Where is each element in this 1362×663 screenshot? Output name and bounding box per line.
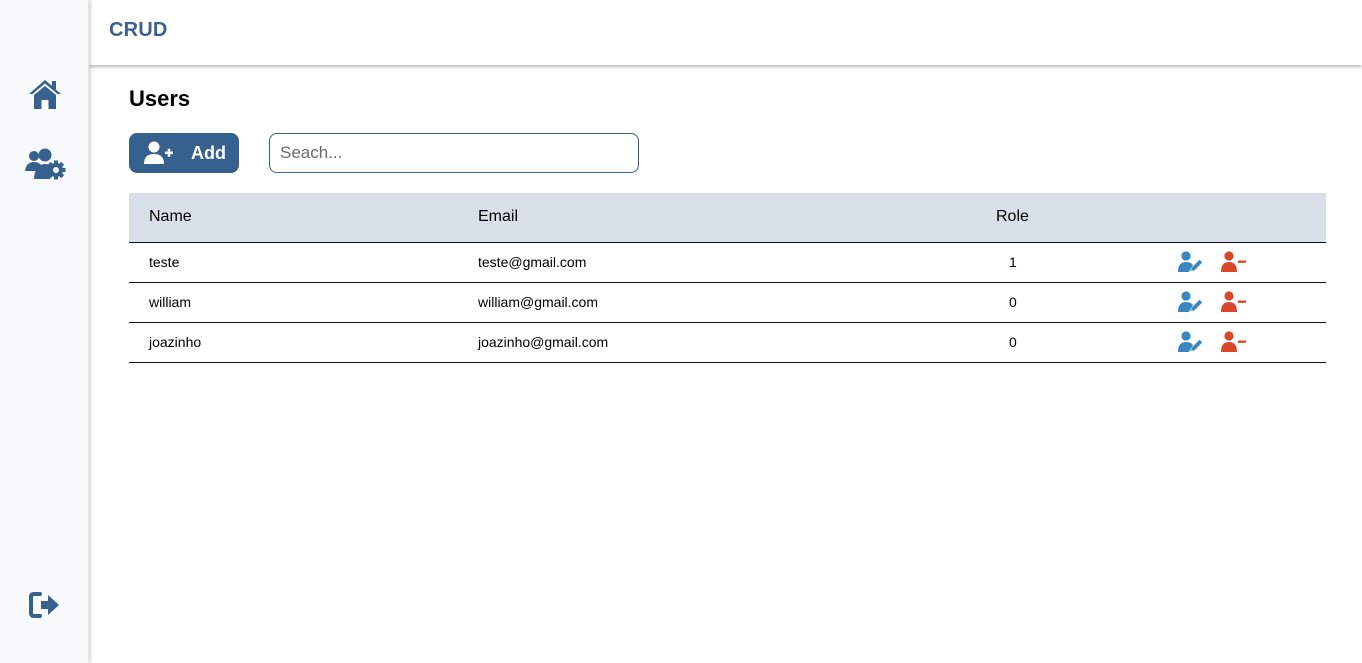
sidebar <box>0 0 89 663</box>
table-row: teste teste@gmail.com 1 <box>129 242 1326 283</box>
user-edit-icon[interactable] <box>1178 290 1204 314</box>
users-gear-icon[interactable] <box>24 146 66 182</box>
app-title: CRUD <box>109 19 168 41</box>
cell-actions <box>1178 282 1326 323</box>
home-icon[interactable] <box>24 76 66 112</box>
cell-role: 0 <box>958 282 1178 323</box>
cell-name: joazinho <box>129 322 478 363</box>
top-bar: CRUD <box>89 0 1362 65</box>
add-button-label: Add <box>191 142 226 163</box>
user-minus-icon[interactable] <box>1221 250 1247 274</box>
cell-role: 0 <box>958 322 1178 363</box>
user-minus-icon[interactable] <box>1221 330 1247 354</box>
user-edit-icon[interactable] <box>1178 330 1204 354</box>
page-title: Users <box>129 86 191 111</box>
table-row: joazinho joazinho@gmail.com 0 <box>129 322 1326 363</box>
column-header-email: Email <box>478 193 958 243</box>
cell-email: joazinho@gmail.com <box>478 322 958 363</box>
column-header-name: Name <box>129 193 478 243</box>
add-user-button[interactable]: Add <box>129 133 239 173</box>
cell-actions <box>1178 242 1326 283</box>
cell-name: teste <box>129 242 478 283</box>
cell-name: william <box>129 282 478 323</box>
user-plus-icon <box>144 140 174 166</box>
cell-role: 1 <box>958 242 1178 283</box>
table-header-row: Name Email Role <box>129 193 1326 243</box>
cell-actions <box>1178 322 1326 363</box>
users-table: Name Email Role teste teste@gmail.com 1 <box>129 193 1326 363</box>
logout-icon[interactable] <box>24 587 66 623</box>
user-minus-icon[interactable] <box>1221 290 1247 314</box>
table-row: william william@gmail.com 0 <box>129 282 1326 323</box>
column-header-actions <box>1178 193 1326 243</box>
search-input[interactable] <box>269 133 639 173</box>
column-header-role: Role <box>958 193 1178 243</box>
user-edit-icon[interactable] <box>1178 250 1204 274</box>
cell-email: william@gmail.com <box>478 282 958 323</box>
cell-email: teste@gmail.com <box>478 242 958 283</box>
